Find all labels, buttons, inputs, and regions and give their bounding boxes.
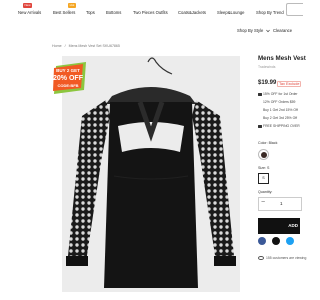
quantity-label: Quantity: bbox=[258, 190, 273, 194]
chevron-down-icon bbox=[266, 29, 270, 32]
breadcrumb-home[interactable]: Home bbox=[52, 44, 62, 48]
promo-line: Buy 2 Get 3rd 25% Off bbox=[263, 116, 298, 120]
nav-two-pieces-outfits[interactable]: Two Pieces Outfits bbox=[133, 10, 168, 15]
hot-badge: Hot bbox=[68, 3, 76, 8]
twitter-icon[interactable] bbox=[286, 237, 294, 245]
breadcrumb-separator: / bbox=[64, 44, 66, 48]
search-input[interactable] bbox=[286, 3, 303, 16]
eye-icon bbox=[258, 256, 264, 261]
promo-badge: BUY 2 GET 20% OFF CODE:BFB bbox=[53, 62, 86, 94]
new-badge: New bbox=[23, 3, 32, 8]
nav-shop-by-trend[interactable]: Shop By Trend bbox=[256, 10, 284, 15]
size-label: Size: S bbox=[258, 166, 270, 170]
promo-line: Buy 1 Get 2nd 15% Off bbox=[263, 108, 298, 112]
color-label: Color: Black bbox=[258, 141, 278, 145]
breadcrumb: Home / Mens Mesh Vest Set SKU67865 bbox=[52, 44, 123, 48]
color-swatch-black[interactable] bbox=[258, 149, 269, 160]
nav-clearance[interactable]: Clearance bbox=[273, 28, 292, 33]
size-option-s[interactable]: S bbox=[258, 173, 269, 184]
breadcrumb-current: Mens Mesh Vest Set SKU67865 bbox=[68, 44, 120, 48]
promo-line-3: CODE:BFB bbox=[57, 83, 78, 88]
shipping-line: FREE SHIPPING OVER bbox=[258, 124, 300, 128]
add-to-cart-button[interactable]: ADD bbox=[258, 218, 300, 234]
quantity-value: 1 bbox=[280, 201, 283, 206]
promo-line: 12% OFF Orders $59 bbox=[263, 100, 296, 104]
coupon-icon bbox=[258, 92, 262, 96]
promo-line-1: BUY 2 GET bbox=[56, 68, 80, 73]
nav-tops[interactable]: Tops bbox=[86, 10, 95, 15]
promo-line: 15% OFF for 1st Order bbox=[258, 92, 297, 96]
truck-icon bbox=[258, 124, 262, 128]
product-image[interactable] bbox=[62, 56, 240, 292]
product-price: $19.99 bbox=[258, 80, 277, 86]
price-tag: Tax Exclude bbox=[277, 81, 302, 87]
quantity-stepper[interactable]: − 1 bbox=[258, 197, 302, 211]
tiktok-icon[interactable] bbox=[272, 237, 280, 245]
viewers-count: 155 customers are viewing bbox=[258, 256, 306, 261]
promo-line-2: 20% OFF bbox=[53, 75, 84, 82]
product-photo bbox=[66, 57, 236, 288]
facebook-icon[interactable] bbox=[258, 237, 266, 245]
product-subtitle: Tradewinds bbox=[258, 65, 276, 69]
top-navigation: New Hot New Arrivals Best Sellers Tops B… bbox=[0, 0, 303, 38]
nav-sleep-lounge[interactable]: Sleep&Lounge bbox=[217, 10, 244, 15]
product-title: Mens Mesh Vest bbox=[258, 55, 306, 62]
nav-shop-by-style[interactable]: Shop By Style bbox=[237, 28, 263, 33]
nav-coats-jackets[interactable]: Coats&Jackets bbox=[178, 10, 206, 15]
nav-bottoms[interactable]: Bottoms bbox=[106, 10, 121, 15]
quantity-decrease-button[interactable]: − bbox=[261, 199, 265, 206]
nav-new-arrivals[interactable]: New Arrivals bbox=[18, 10, 41, 15]
nav-best-sellers[interactable]: Best Sellers bbox=[53, 10, 75, 15]
